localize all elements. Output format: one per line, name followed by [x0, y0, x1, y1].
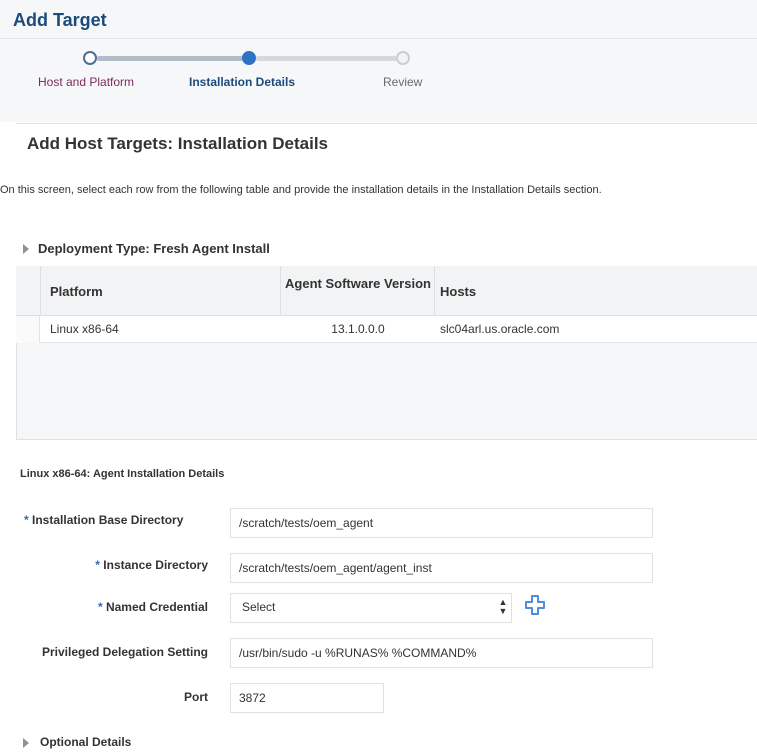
base-directory-label-text: Installation Base Directory [32, 513, 184, 527]
required-marker: * [97, 600, 103, 614]
required-marker: * [95, 558, 100, 572]
installation-details-title: Linux x86-64: Agent Installation Details [20, 468, 225, 480]
train-stop-installation-details [242, 51, 256, 65]
instructions-text: On this screen, select each row from the… [0, 184, 602, 196]
port-input[interactable] [230, 683, 384, 713]
privileged-delegation-label: Privileged Delegation Setting [41, 645, 208, 659]
train-stop-host-and-platform[interactable] [83, 51, 97, 65]
section-title: Add Host Targets: Installation Details [27, 134, 329, 153]
column-header-agent-software-version[interactable]: Agent Software Version [283, 276, 433, 292]
train-connector-1 [97, 56, 243, 61]
header-background [0, 0, 757, 122]
instance-directory-label: * Instance Directory [74, 558, 208, 572]
row-selector[interactable] [16, 316, 40, 343]
base-directory-input[interactable] [230, 508, 653, 538]
port-label: Port [184, 690, 208, 704]
deployment-type-header[interactable]: Deployment Type: Fresh Agent Install [38, 241, 270, 256]
optional-details-header[interactable]: Optional Details [40, 735, 131, 749]
train-label-review: Review [383, 75, 423, 89]
train-stop-review [396, 51, 410, 65]
column-header-hosts[interactable]: Hosts [440, 284, 476, 299]
column-divider [40, 266, 41, 316]
train-label-host-and-platform[interactable]: Host and Platform [38, 75, 134, 89]
cell-version: 13.1.0.0.0 [331, 322, 385, 336]
train-connector-2 [256, 56, 397, 61]
triangle-right-icon[interactable] [23, 244, 29, 254]
instance-directory-label-text: Instance Directory [103, 558, 208, 572]
required-marker: * [24, 513, 29, 527]
up-down-arrows-icon: ▲ ▼ [498, 597, 508, 616]
base-directory-label: * Installation Base Directory [24, 513, 208, 527]
cell-hosts: slc04arl.us.oracle.com [440, 322, 560, 336]
column-divider [280, 266, 281, 316]
header-divider [0, 38, 757, 39]
plus-icon[interactable] [524, 594, 546, 616]
cell-platform: Linux x86-64 [50, 322, 119, 336]
privileged-delegation-input[interactable] [230, 638, 653, 668]
train-label-installation-details: Installation Details [189, 75, 296, 89]
named-credential-label: * Named Credential [74, 600, 208, 614]
named-credential-selected-value: Select [242, 600, 276, 614]
triangle-right-icon[interactable] [23, 738, 29, 748]
page-title: Add Target [13, 10, 107, 30]
named-credential-label-text: Named Credential [105, 600, 208, 614]
column-header-platform[interactable]: Platform [50, 284, 103, 299]
column-divider [434, 266, 435, 316]
section-divider [16, 123, 757, 124]
instance-directory-input[interactable] [230, 553, 653, 583]
